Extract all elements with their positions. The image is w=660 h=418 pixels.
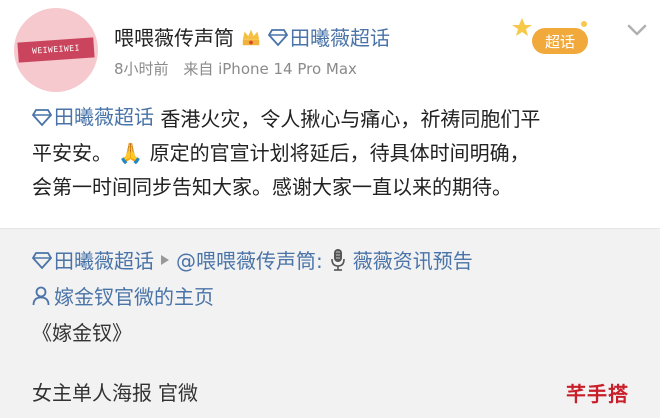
content-line-2: 平安安。 🙏 原定的官宣计划将延后，待具体时间明确， [32, 136, 652, 170]
content-line-1: 田曦薇超话 香港火灾，令人揪心与痛心，祈祷同胞们平 [32, 100, 652, 136]
praying-hands-icon: 🙏 [118, 141, 144, 165]
repost-title: 《嫁金钗》 [32, 321, 132, 345]
author-super-topic-link[interactable]: 田曦薇超话 [268, 22, 390, 51]
content-text-2b: 原定的官宣计划将延后，待具体时间明确， [149, 141, 530, 165]
repost-topic-link[interactable]: 薇薇资讯预告 [353, 245, 473, 274]
repost-super-topic-label: 田曦薇超话 [54, 249, 154, 273]
content-super-topic-label: 田曦薇超话 [54, 105, 154, 129]
content-text-3: 会第一时间同步告知大家。感谢大家一直以来的期待。 [32, 175, 512, 199]
chevron-down-icon[interactable] [626, 22, 648, 38]
repost-header: 田曦薇超话 @喂喂薇传声筒: 薇薇资讯预告 [32, 245, 473, 274]
diamond-icon [268, 28, 288, 46]
super-topic-badge-label: 超话 [545, 33, 575, 51]
repost-author-link[interactable]: @喂喂薇传声筒: [176, 245, 323, 274]
diamond-icon [32, 251, 52, 269]
homepage-link-label: 嫁金钗官微的主页 [54, 285, 214, 309]
watermark: 芊手搭 [566, 382, 629, 406]
post-meta: 8小时前 来自 iPhone 14 Pro Max [114, 58, 357, 79]
post-content: 田曦薇超话 香港火灾，令人揪心与痛心，祈祷同胞们平 平安安。 🙏 原定的官宣计划… [32, 100, 652, 204]
post-time: 8小时前 [114, 60, 169, 78]
avatar[interactable]: WEIWEIWEI [14, 8, 98, 92]
microphone-icon [330, 248, 345, 271]
weibo-post: WEIWEIWEI 喂喂薇传声筒 田曦薇超话 8小时前 来自 iPhone 14… [0, 0, 660, 228]
crown-icon [242, 29, 260, 45]
repost-poster-line: 女主单人海报 官微 [32, 377, 198, 406]
post-source: 来自 iPhone 14 Pro Max [183, 60, 357, 78]
repost-super-topic-link[interactable]: 田曦薇超话 [32, 245, 154, 274]
post-header: 喂喂薇传声筒 田曦薇超话 [114, 22, 390, 51]
arrow-right-icon [161, 254, 169, 265]
author-name[interactable]: 喂喂薇传声筒 [114, 22, 234, 51]
homepage-link[interactable]: 嫁金钗官微的主页 [32, 281, 214, 310]
repost-card[interactable]: 田曦薇超话 @喂喂薇传声筒: 薇薇资讯预告 嫁金钗官微的主页 《嫁金钗》 女主单… [0, 228, 660, 418]
content-super-topic-link[interactable]: 田曦薇超话 [32, 100, 154, 134]
diamond-icon [32, 109, 52, 126]
poster-source: 官微 [158, 381, 198, 405]
poster-text: 女主单人海报 [32, 381, 152, 405]
person-icon [32, 286, 50, 305]
super-topic-badge[interactable]: 超话 [508, 14, 592, 58]
content-text-2a: 平安安。 [32, 141, 112, 165]
content-text-1: 香港火灾，令人揪心与痛心，祈祷同胞们平 [160, 107, 541, 131]
avatar-text: WEIWEIWEI [17, 37, 95, 63]
author-super-topic-label: 田曦薇超话 [290, 26, 390, 50]
